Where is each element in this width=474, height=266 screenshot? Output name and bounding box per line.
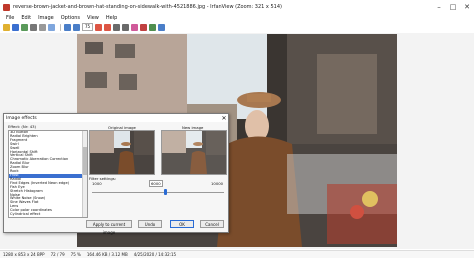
dialog-title-bar: Image effects ✕ — [4, 114, 228, 122]
minimize-button[interactable]: – — [432, 3, 446, 11]
ok-button[interactable]: OK — [170, 220, 194, 228]
scrollbar-thumb[interactable] — [83, 147, 87, 175]
dialog-close-icon[interactable]: ✕ — [220, 115, 228, 122]
toolbar-separator — [60, 23, 61, 31]
menu-view[interactable]: View — [87, 15, 99, 21]
filter-max-value: 10000 — [211, 181, 224, 186]
zoom-select[interactable]: 75 — [82, 23, 94, 31]
rotate-left-icon[interactable] — [95, 23, 103, 31]
irfanview-app-icon — [3, 3, 10, 11]
menu-help[interactable]: Help — [106, 15, 117, 21]
status-bar: 1280 x 853 x 24 BPP 72 / 79 75 % 164.46 … — [0, 250, 474, 258]
status-date: 4/25/2020 / 14:32:15 — [133, 252, 177, 257]
status-dimensions: 1280 x 853 x 24 BPP — [3, 252, 45, 257]
original-preview-photo — [90, 131, 154, 174]
filter-min-value: 1000 — [92, 181, 102, 186]
window-title: reverse-brown-jacket-and-brown-hat-stand… — [13, 4, 282, 10]
paint-icon[interactable] — [131, 23, 139, 31]
menu-file[interactable]: File — [6, 15, 14, 21]
zoom-out-icon[interactable] — [73, 23, 80, 31]
zoom-in-icon[interactable] — [64, 23, 71, 31]
undo-button[interactable]: Undo — [138, 220, 162, 228]
rotate-right-icon[interactable] — [104, 23, 112, 31]
effects-header: Effect: (Nr: 43) — [8, 124, 37, 129]
filter-slider-track[interactable] — [92, 192, 224, 193]
settings-icon[interactable] — [149, 23, 157, 31]
status-zoom: 75 % — [70, 252, 81, 257]
paste-icon[interactable] — [48, 23, 55, 31]
copy-icon[interactable] — [39, 23, 46, 31]
help-icon[interactable] — [158, 23, 166, 31]
status-size: 164.46 KB / 3.12 MB — [86, 252, 128, 257]
delete-icon[interactable] — [30, 23, 37, 31]
dialog-title: Image effects — [6, 115, 37, 121]
new-image-preview — [161, 130, 227, 175]
status-index: 72 / 79 — [50, 252, 65, 257]
effects-scrollbar[interactable] — [82, 131, 87, 217]
menu-bar: File Edit Image Options View Help — [0, 14, 474, 22]
open-folder-icon[interactable] — [3, 23, 10, 31]
save-icon[interactable] — [12, 23, 19, 31]
toolbar: 75 — [0, 22, 474, 32]
filter-slider-thumb[interactable] — [164, 189, 168, 195]
effect-item[interactable]: Cylindrical effect — [9, 212, 87, 217]
previous-icon[interactable] — [113, 23, 121, 31]
slideshow-icon[interactable] — [21, 23, 28, 31]
info-icon[interactable] — [140, 23, 148, 31]
maximize-button[interactable]: □ — [446, 3, 460, 11]
image-effects-dialog: Image effects ✕ Effect: (Nr: 43) 3D Butt… — [3, 113, 229, 235]
original-image-preview — [89, 130, 155, 175]
menu-options[interactable]: Options — [61, 15, 80, 21]
apply-to-current-image-button[interactable]: Apply to current image — [86, 220, 132, 235]
close-button[interactable]: ✕ — [460, 3, 474, 11]
filter-value-field[interactable]: 6000 — [149, 180, 163, 187]
new-preview-photo — [162, 131, 226, 174]
effects-list[interactable]: 3D Button Radial Brighten Fragment Swirl… — [8, 130, 88, 218]
menu-image[interactable]: Image — [38, 15, 54, 21]
next-icon[interactable] — [122, 23, 130, 31]
bottom-strip — [0, 258, 474, 266]
menu-edit[interactable]: Edit — [21, 15, 31, 21]
title-bar: reverse-brown-jacket-and-brown-hat-stand… — [0, 0, 474, 14]
cancel-button[interactable]: Cancel — [200, 220, 224, 228]
